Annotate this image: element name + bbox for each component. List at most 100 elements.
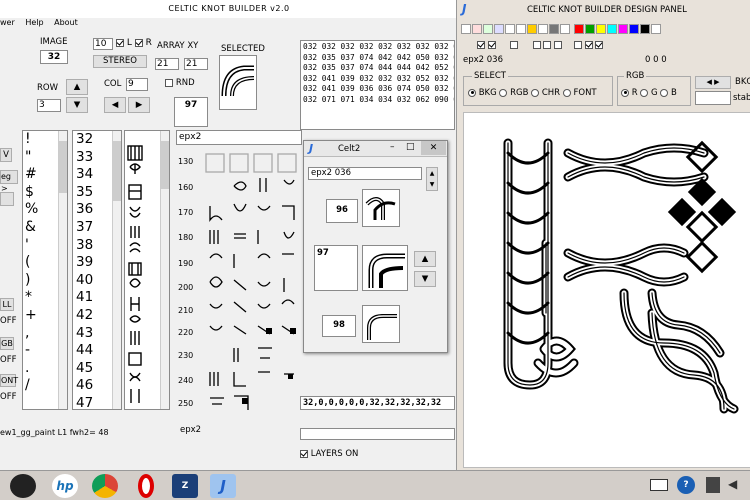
design-checkbox-8[interactable]: [584, 40, 593, 49]
minimize-icon[interactable]: –: [390, 142, 395, 152]
frame-icon[interactable]: [538, 24, 548, 34]
color-green[interactable]: [584, 24, 595, 34]
row-down-button[interactable]: ▼: [66, 97, 88, 113]
design-checkbox-9[interactable]: [595, 40, 604, 49]
pencil-icon[interactable]: [472, 24, 482, 34]
design-title: CELTIC KNOT BUILDER DESIGN PANEL: [527, 5, 687, 15]
row-number: 220: [178, 328, 194, 337]
radio-bkg[interactable]: [468, 88, 476, 97]
row-input[interactable]: 3: [37, 99, 61, 112]
col-input[interactable]: 9: [126, 78, 148, 91]
help-icon[interactable]: ?: [677, 476, 695, 494]
celt2-preview-96: [362, 189, 400, 227]
design-checkbox-6[interactable]: [554, 40, 563, 49]
dark-icon[interactable]: [549, 24, 559, 34]
stereo-button[interactable]: STEREO: [93, 55, 147, 68]
celtic-knot-design-icon: [503, 138, 739, 414]
side-seg-button[interactable]: eg >: [0, 170, 18, 193]
text-icon[interactable]: [560, 24, 570, 34]
celt2-value-96[interactable]: 96: [326, 199, 358, 223]
coords-readout: 0 0 0: [645, 55, 667, 65]
rnd-checkbox[interactable]: [165, 78, 173, 87]
array-y-input[interactable]: 21: [184, 58, 208, 70]
celt2-spinner[interactable]: ▲ ▼: [426, 167, 438, 191]
chevron-down-icon: ▼: [429, 181, 435, 188]
row-up-button[interactable]: ▲: [66, 79, 88, 95]
celt2-value-97[interactable]: 97: [314, 245, 358, 291]
radio-g[interactable]: [640, 88, 649, 97]
r-checkbox[interactable]: [134, 38, 143, 47]
code-grid[interactable]: 032 032 032 032 032 032 032 032 032 032 …: [300, 40, 455, 130]
bottom-values-field[interactable]: 32,0,0,0,0,0,32,32,32,32,32: [300, 396, 455, 410]
paste-icon[interactable]: [516, 24, 526, 34]
set-name-field[interactable]: epx2: [176, 130, 302, 145]
celt2-value-98[interactable]: 98: [322, 315, 356, 337]
design-canvas[interactable]: [463, 112, 750, 468]
radio-chr[interactable]: [531, 88, 540, 97]
selected-label: SELECTED: [221, 44, 265, 54]
chrome-app-icon[interactable]: [92, 474, 118, 498]
design-checkbox-5[interactable]: [543, 40, 552, 49]
radio-b[interactable]: [660, 88, 669, 97]
java-app-icon[interactable]: J: [210, 474, 236, 498]
network-icon[interactable]: [706, 477, 720, 493]
color-black[interactable]: [639, 24, 650, 34]
color-magenta[interactable]: [617, 24, 628, 34]
celt2-field[interactable]: epx2 036: [308, 167, 422, 180]
chevron-right-icon: ▶: [714, 78, 720, 86]
move-icon[interactable]: [483, 24, 493, 34]
maximize-icon[interactable]: □: [406, 142, 415, 152]
design-checkbox-2[interactable]: [487, 40, 496, 49]
array-x-input[interactable]: 21: [155, 58, 179, 70]
small-value[interactable]: 97: [174, 97, 208, 127]
glyph-list-scrollbar[interactable]: [160, 131, 169, 409]
menu-help[interactable]: Help: [25, 18, 43, 27]
color-blue[interactable]: [628, 24, 639, 34]
chevron-left-icon: ◀: [706, 78, 712, 86]
side-v-button[interactable]: V: [0, 148, 12, 162]
number-list-scrollbar[interactable]: [112, 131, 121, 409]
color-white[interactable]: [650, 24, 661, 34]
pointer-icon[interactable]: [461, 24, 471, 34]
layers-checkbox[interactable]: [300, 449, 308, 458]
bkg-input[interactable]: [695, 91, 731, 105]
design-checkbox-1[interactable]: [477, 40, 485, 49]
celt2-down-button[interactable]: ▼: [414, 271, 436, 287]
camera-app-icon[interactable]: [10, 474, 36, 498]
design-checkbox-7[interactable]: [573, 40, 582, 49]
color-red[interactable]: [573, 24, 584, 34]
menu-view[interactable]: wer: [0, 18, 15, 27]
col-right-button[interactable]: ▶: [128, 97, 150, 113]
menu-about[interactable]: About: [54, 18, 78, 27]
copy-icon[interactable]: [505, 24, 515, 34]
close-icon[interactable]: ✕: [421, 141, 446, 155]
selected-preview: [219, 55, 257, 110]
l-checkbox[interactable]: [116, 38, 124, 47]
num-box[interactable]: 10: [93, 38, 113, 50]
grid-icon[interactable]: [494, 24, 504, 34]
keyboard-icon[interactable]: [650, 479, 668, 491]
opera-app-icon[interactable]: [138, 474, 154, 498]
bottom-input[interactable]: [300, 428, 455, 440]
color-cyan[interactable]: [606, 24, 617, 34]
speaker-icon[interactable]: ◀: [728, 477, 744, 493]
side-gb-button[interactable]: GB: [0, 337, 14, 350]
fill-icon[interactable]: [527, 24, 537, 34]
design-checkbox-3[interactable]: [510, 40, 519, 49]
radio-font[interactable]: [562, 88, 571, 97]
side-ll-button[interactable]: LL: [0, 298, 14, 311]
hp-app-icon[interactable]: hp: [52, 474, 78, 498]
image-value[interactable]: 32: [40, 50, 68, 64]
side-font-button[interactable]: ONT: [0, 374, 18, 387]
design-checkbox-4[interactable]: [532, 40, 541, 49]
radio-r[interactable]: [621, 88, 629, 97]
char-list-scrollbar[interactable]: [58, 131, 67, 409]
bkg-step-buttons[interactable]: ◀ ▶: [695, 76, 731, 89]
code-row: 032 035 037 074 042 042 050 032 032: [303, 52, 455, 62]
zip-app-icon[interactable]: Z: [172, 474, 198, 498]
color-yellow[interactable]: [595, 24, 606, 34]
celt2-up-button[interactable]: ▲: [414, 251, 436, 267]
side-blank-button[interactable]: [0, 192, 14, 206]
col-left-button[interactable]: ◀: [104, 97, 126, 113]
radio-rgb[interactable]: [499, 88, 508, 97]
